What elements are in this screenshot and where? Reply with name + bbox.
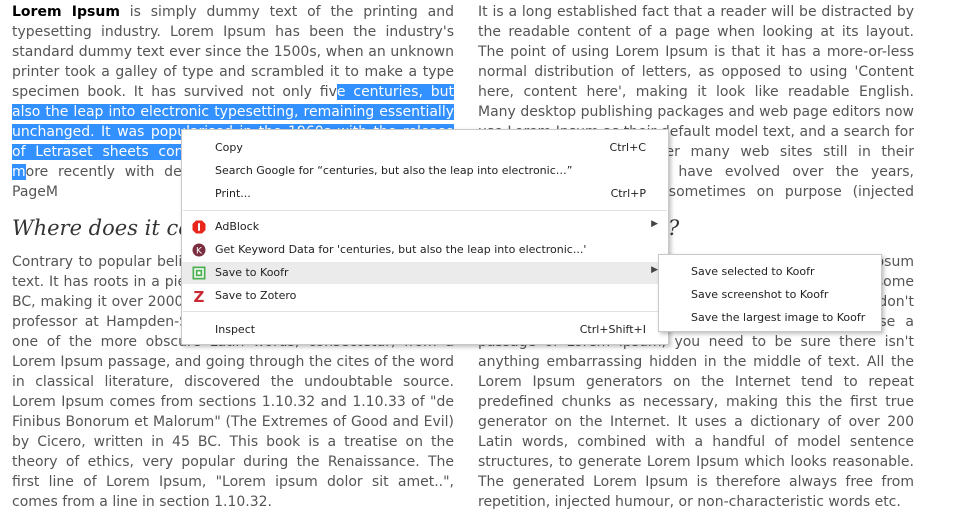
menu-item-copy[interactable]: Copy Ctrl+C xyxy=(182,137,668,159)
submenu-item-save-screenshot[interactable]: Save screenshot to Koofr xyxy=(659,284,881,306)
menu-item-save-to-zotero[interactable]: Z Save to Zotero xyxy=(182,285,668,307)
menu-item-search-google[interactable]: Search Google for “centuries, but also t… xyxy=(182,160,668,182)
menu-item-inspect[interactable]: Inspect Ctrl+Shift+I xyxy=(182,319,668,341)
koofr-icon xyxy=(192,266,206,280)
menu-item-adblock[interactable]: AdBlock ▶ xyxy=(182,216,668,238)
menu-item-print[interactable]: Print... Ctrl+P xyxy=(182,183,668,205)
chevron-right-icon: ▶ xyxy=(651,265,658,275)
svg-text:Z: Z xyxy=(194,289,205,303)
submenu-item-save-largest-image[interactable]: Save the largest image to Koofr xyxy=(659,307,881,329)
right-heading: ? xyxy=(668,216,680,240)
menu-separator xyxy=(183,210,667,211)
keyword-icon: K xyxy=(192,243,206,257)
chevron-right-icon: ▶ xyxy=(651,219,658,229)
lorem-ipsum-bold: Lorem Ipsum xyxy=(12,4,120,20)
menu-item-save-to-koofr[interactable]: Save to Koofr ▶ xyxy=(182,262,668,284)
menu-item-keyword-data[interactable]: K Get Keyword Data for 'centuries, but a… xyxy=(182,239,668,261)
adblock-icon xyxy=(192,220,206,234)
context-menu[interactable]: Copy Ctrl+C Search Google for “centuries… xyxy=(181,129,669,345)
menu-separator xyxy=(183,311,667,312)
zotero-icon: Z xyxy=(192,288,206,306)
koofr-submenu[interactable]: Save selected to Koofr Save screenshot t… xyxy=(658,254,882,332)
page: Lorem Ipsum is simply dummy text of the … xyxy=(0,0,971,510)
submenu-item-save-selected[interactable]: Save selected to Koofr xyxy=(659,261,881,283)
